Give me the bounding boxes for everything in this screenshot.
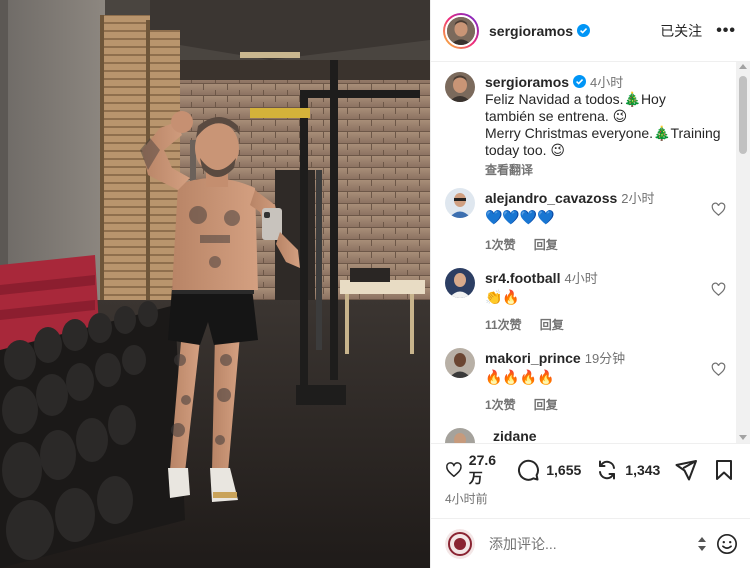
comment-text: 🔥🔥🔥🔥 <box>485 369 555 385</box>
commenter-avatar[interactable] <box>445 348 475 378</box>
save-action[interactable] <box>712 458 736 482</box>
commenter-avatar[interactable] <box>445 188 475 218</box>
author-username[interactable]: sergioramos <box>489 23 573 39</box>
reply-button[interactable]: 回复 <box>534 398 558 412</box>
scroll-down-arrow-icon[interactable] <box>739 435 747 440</box>
bookmark-icon[interactable] <box>712 458 736 482</box>
comment-item: sr4.football 4小时 👏🔥 11次赞 回复 <box>445 268 730 333</box>
reposts-count[interactable]: 1,343 <box>625 462 660 478</box>
comment-text: 💙💙💙💙 <box>485 209 555 225</box>
comments-count[interactable]: 1,655 <box>546 462 581 478</box>
repost-icon[interactable] <box>595 458 619 482</box>
verified-badge-icon <box>577 24 591 37</box>
comment-item: alejandro_cavazoss 2小时 💙💙💙💙 1次赞 回复 <box>445 188 730 253</box>
see-translation-link[interactable]: 查看翻译 <box>485 161 730 178</box>
share-action[interactable] <box>674 458 698 482</box>
input-spinner[interactable] <box>698 536 708 551</box>
caption-line-4: today too. 😉 <box>485 142 565 158</box>
comment-likes[interactable]: 1次赞 <box>485 398 516 412</box>
spinner-down-icon[interactable] <box>698 545 706 551</box>
post-side-panel: sergioramos 已关注 ••• sergioramos 4小时 Feliz… <box>430 0 750 568</box>
share-icon[interactable] <box>674 458 698 482</box>
comment-action[interactable]: 1,655 <box>516 458 581 482</box>
commenter-avatar[interactable] <box>445 268 475 298</box>
reply-button[interactable]: 回复 <box>534 238 558 252</box>
scroll-thumb[interactable] <box>739 76 747 154</box>
comment-like-heart-icon[interactable] <box>711 362 726 377</box>
commenter-avatar[interactable] <box>445 428 475 443</box>
comment-likes[interactable]: 1次赞 <box>485 238 516 252</box>
comment-time: 19分钟 <box>584 351 626 366</box>
comment-time: 2小时 <box>621 191 655 206</box>
caption-username[interactable]: sergioramos <box>485 74 569 90</box>
post-timestamp[interactable]: 4小时前 <box>445 490 750 507</box>
repost-action[interactable]: 1,343 <box>595 458 660 482</box>
comment-username[interactable]: makori_prince <box>485 350 581 366</box>
scroll-up-arrow-icon[interactable] <box>739 64 747 69</box>
heart-icon[interactable] <box>445 458 463 482</box>
instagram-post-view: sergioramos 已关注 ••• sergioramos 4小时 Feliz… <box>0 0 750 568</box>
comments-list[interactable]: sergioramos 4小时 Feliz Navidad a todos.🎄Ho… <box>431 62 736 443</box>
reply-button[interactable]: 回复 <box>540 318 564 332</box>
caption-line-3: Merry Christmas everyone.🎄Training <box>485 125 721 141</box>
comment-username[interactable]: zidane <box>493 428 537 443</box>
caption-line-2: también se entrena. 😉 <box>485 108 628 124</box>
spinner-up-icon[interactable] <box>698 536 706 542</box>
comment-like-heart-icon[interactable] <box>711 202 726 217</box>
caption: sergioramos 4小时 Feliz Navidad a todos.🎄Ho… <box>445 72 730 178</box>
more-options-icon[interactable]: ••• <box>716 22 736 40</box>
caption-avatar[interactable] <box>445 72 475 102</box>
comment-text: 👏🔥 <box>485 289 520 305</box>
comment-composer <box>431 518 750 568</box>
caption-line-1: Feliz Navidad a todos.🎄Hoy <box>485 91 666 107</box>
following-button[interactable]: 已关注 <box>660 21 702 41</box>
verified-badge-icon <box>573 75 587 88</box>
comment-username[interactable]: alejandro_cavazoss <box>485 190 617 206</box>
author-avatar[interactable] <box>443 12 479 49</box>
post-actions: 27.6 万 1,655 1,343 4小时前 <box>431 443 750 507</box>
comment-likes[interactable]: 11次赞 <box>485 318 522 332</box>
comment-icon[interactable] <box>516 458 540 482</box>
likes-count[interactable]: 27.6 万 <box>469 452 502 488</box>
comment-like-heart-icon[interactable] <box>711 282 726 297</box>
comments-scrollbar[interactable] <box>736 62 750 443</box>
emoji-icon[interactable] <box>716 533 738 555</box>
comment-item: zidane <box>445 428 730 443</box>
gym-selfie-image <box>0 0 430 568</box>
post-header: sergioramos 已关注 ••• <box>431 0 750 62</box>
like-action[interactable]: 27.6 万 <box>445 452 502 488</box>
post-photo[interactable] <box>0 0 430 568</box>
caption-time: 4小时 <box>590 75 624 90</box>
current-user-avatar <box>445 528 475 559</box>
comment-time: 4小时 <box>564 271 598 286</box>
comment-item: makori_prince 19分钟 🔥🔥🔥🔥 1次赞 回复 <box>445 348 730 413</box>
comment-input[interactable] <box>489 535 679 552</box>
comment-username[interactable]: sr4.football <box>485 270 560 286</box>
